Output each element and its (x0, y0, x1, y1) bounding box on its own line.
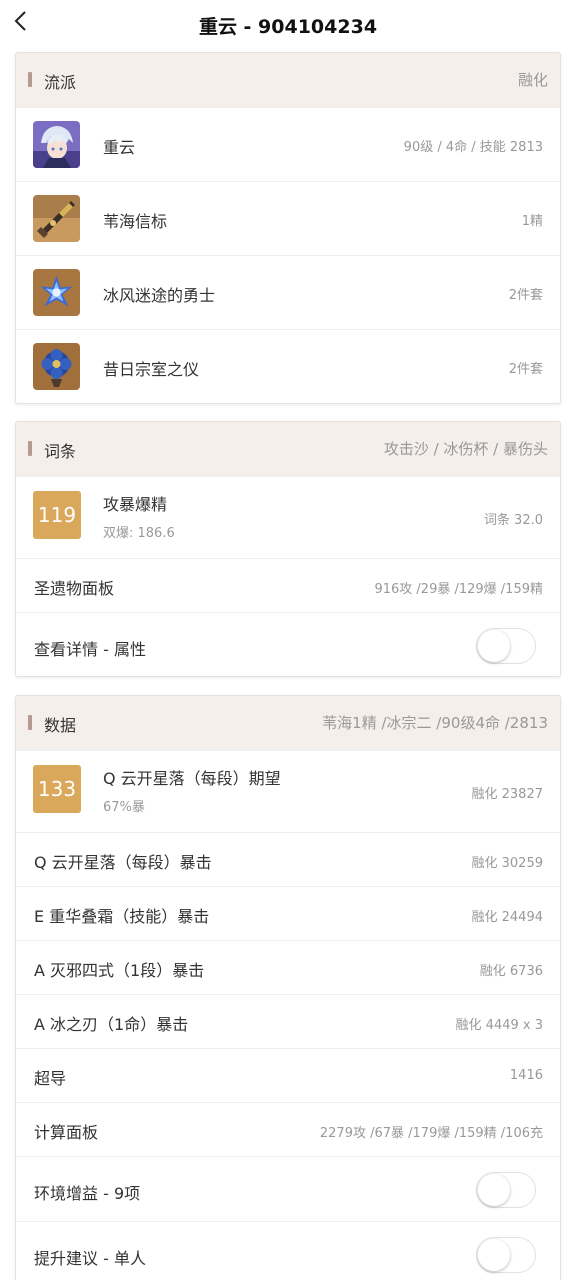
section-marker (28, 441, 32, 456)
section-marker (28, 72, 32, 87)
calc-panel-label: 计算面板 (34, 1123, 99, 1142)
toggle-knob (478, 1174, 510, 1206)
character-avatar-icon (33, 121, 80, 168)
top-bar: 重云 - 904104234 (0, 0, 576, 50)
build-item-artifact-set-2[interactable]: 昔日宗室之仪 2件套 (16, 329, 560, 403)
data-card: 数据 苇海1精 /冰宗二 /90级4命 /2813 133 Q 云开星落（每段）… (15, 695, 561, 1280)
damage-row: E 重华叠霜（技能）暴击 融化 24494 (16, 886, 560, 940)
section-marker (28, 715, 32, 730)
build-card-title: 流派 (44, 73, 77, 92)
damage-value: 1416 (509, 1068, 543, 1083)
stats-card-header: 词条 攻击沙 / 冰伤杯 / 暴伤头 (16, 422, 560, 476)
weapon-name: 苇海信标 (103, 212, 168, 231)
artifact-panel-row: 圣遗物面板 916攻 /29暴 /129爆 /159精 (16, 558, 560, 612)
score-badge: 133 (33, 765, 81, 813)
build-item-weapon[interactable]: 苇海信标 1精 (16, 181, 560, 255)
score-subtitle: 67%暴 (103, 800, 145, 815)
damage-row: 超导 1416 (16, 1048, 560, 1102)
env-toggle-label: 环境增益 - 9项 (34, 1184, 141, 1203)
damage-label: 超导 (34, 1069, 67, 1088)
artifact-panel-label: 圣遗物面板 (34, 579, 115, 598)
score-badge: 119 (33, 491, 81, 539)
advice-toggle-label: 提升建议 - 单人 (34, 1249, 146, 1268)
score-value: 融化 23827 (471, 787, 544, 802)
artifact-set-2-count: 2件套 (508, 362, 543, 377)
data-card-summary: 苇海1精 /冰宗二 /90级4命 /2813 (322, 714, 548, 732)
damage-label: Q 云开星落（每段）暴击 (34, 853, 212, 872)
score-value: 词条 32.0 (483, 513, 543, 528)
build-card-header: 流派 融化 (16, 53, 560, 107)
weapon-icon (33, 195, 80, 242)
damage-value: 融化 24494 (471, 910, 544, 925)
character-info: 90级 / 4命 / 技能 2813 (403, 140, 543, 155)
damage-label: E 重华叠霜（技能）暴击 (34, 907, 210, 926)
calc-panel-row: 计算面板 2279攻 /67暴 /179爆 /159精 /106充 (16, 1102, 560, 1156)
detail-toggle[interactable] (476, 628, 536, 664)
advice-toggle-row: 提升建议 - 单人 (16, 1221, 560, 1280)
detail-toggle-label: 查看详情 - 属性 (34, 640, 146, 659)
damage-value: 融化 4449 x 3 (455, 1018, 543, 1033)
stats-card-title: 词条 (44, 442, 77, 461)
toggle-knob (478, 1239, 510, 1271)
stats-card: 词条 攻击沙 / 冰伤杯 / 暴伤头 119 攻暴爆精 双爆: 186.6 词条… (15, 421, 561, 677)
damage-value: 融化 30259 (471, 856, 544, 871)
env-toggle-row: 环境增益 - 9项 (16, 1156, 560, 1221)
artifact-set-icon (33, 343, 80, 390)
toggle-knob (478, 630, 510, 662)
weapon-refine: 1精 (521, 214, 543, 229)
build-item-artifact-set-1[interactable]: 冰风迷途的勇士 2件套 (16, 255, 560, 329)
score-title: Q 云开星落（每段）期望 (103, 769, 281, 788)
build-card-reaction: 融化 (517, 71, 548, 89)
damage-label: A 冰之刃（1命）暴击 (34, 1015, 189, 1034)
data-card-title: 数据 (44, 716, 77, 735)
env-toggle[interactable] (476, 1172, 536, 1208)
detail-toggle-row: 查看详情 - 属性 (16, 612, 560, 676)
stats-card-mainstats: 攻击沙 / 冰伤杯 / 暴伤头 (383, 440, 548, 458)
score-subtitle: 双爆: 186.6 (103, 526, 175, 541)
damage-row: A 冰之刃（1命）暴击 融化 4449 x 3 (16, 994, 560, 1048)
build-item-character[interactable]: 重云 90级 / 4命 / 技能 2813 (16, 107, 560, 181)
artifact-set-1-name: 冰风迷途的勇士 (103, 286, 216, 305)
data-card-header: 数据 苇海1精 /冰宗二 /90级4命 /2813 (16, 696, 560, 750)
artifact-set-2-name: 昔日宗室之仪 (103, 360, 200, 379)
damage-row: A 灭邪四式（1段）暴击 融化 6736 (16, 940, 560, 994)
damage-row: Q 云开星落（每段）暴击 融化 30259 (16, 832, 560, 886)
artifact-panel-value: 916攻 /29暴 /129爆 /159精 (374, 582, 543, 597)
artifact-set-icon (33, 269, 80, 316)
score-title: 攻暴爆精 (103, 495, 168, 514)
data-score-row: 133 Q 云开星落（每段）期望 67%暴 融化 23827 (16, 750, 560, 832)
advice-toggle[interactable] (476, 1237, 536, 1273)
artifact-set-1-count: 2件套 (508, 288, 543, 303)
page-title: 重云 - 904104234 (198, 16, 378, 38)
character-name: 重云 (103, 138, 136, 157)
damage-label: A 灭邪四式（1段）暴击 (34, 961, 205, 980)
build-card: 流派 融化 重云 90级 / 4命 / 技能 2813 苇海信标 1精 冰风迷途… (15, 52, 561, 404)
stats-score-row: 119 攻暴爆精 双爆: 186.6 词条 32.0 (16, 476, 560, 558)
calc-panel-value: 2279攻 /67暴 /179爆 /159精 /106充 (319, 1126, 543, 1141)
damage-value: 融化 6736 (479, 964, 543, 979)
